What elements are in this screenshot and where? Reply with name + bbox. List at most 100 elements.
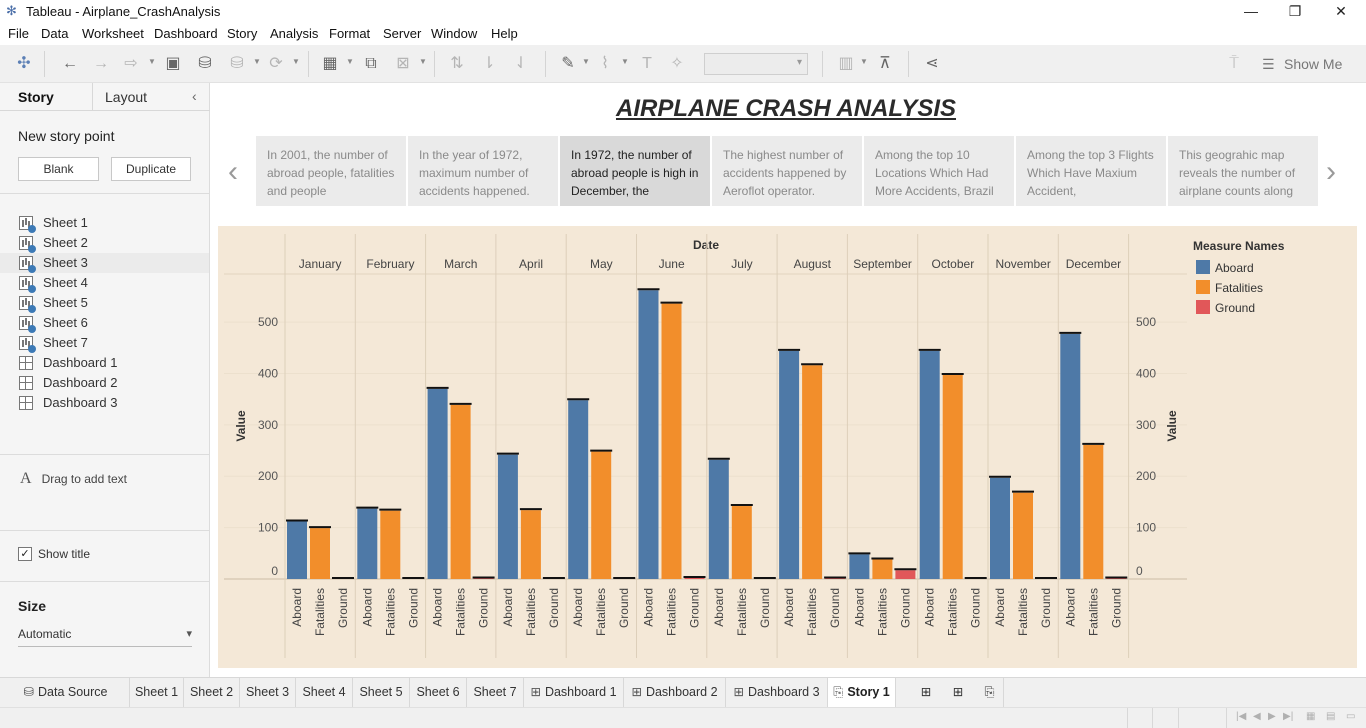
sheet-tab[interactable]: Sheet 5 [353, 678, 410, 708]
menu-help[interactable]: Help [491, 26, 518, 41]
menu-dashboard[interactable]: Dashboard [154, 26, 218, 41]
drag-to-add-text[interactable]: A Drag to add text [20, 470, 127, 488]
story-point[interactable]: This geograhic map reveals the number of… [1168, 136, 1318, 206]
new-dashboard-icon[interactable]: ⊞ [944, 678, 972, 708]
refresh-dropdown-icon[interactable]: ▼ [292, 57, 300, 66]
sheet-list-item[interactable]: Sheet 2 [0, 233, 209, 253]
sort-descending-icon[interactable]: ⇃ [510, 54, 532, 74]
sheet-list-item[interactable]: Dashboard 1 [0, 353, 209, 373]
filmstrip-icon[interactable]: ▤ [1326, 711, 1335, 722]
presentation-icon[interactable]: ⊼ [874, 54, 896, 74]
annotate-dropdown-icon[interactable]: ▼ [621, 57, 629, 66]
save-icon[interactable]: ▣ [162, 54, 184, 74]
fit-dropdown[interactable] [704, 53, 808, 75]
sheet-list-item[interactable]: Dashboard 2 [0, 373, 209, 393]
pane-divider [0, 530, 210, 531]
format-painter-icon[interactable]: ⍑ [1223, 54, 1245, 74]
refresh-icon[interactable]: ⟳ [265, 54, 287, 74]
restore-button[interactable]: ❐ [1272, 0, 1318, 23]
label-icon[interactable]: T [636, 54, 658, 74]
share-icon[interactable]: ⋖ [921, 54, 943, 74]
replay-icon[interactable]: ⇨ [120, 54, 142, 74]
story-point[interactable]: In 2001, the number of abroad people, fa… [256, 136, 406, 206]
minimize-button[interactable]: — [1228, 0, 1274, 23]
clear-dropdown-icon[interactable]: ▼ [419, 57, 427, 66]
undo-icon[interactable]: ← [59, 54, 81, 74]
pause-updates-icon[interactable]: ⛁ [226, 54, 248, 74]
pause-dropdown-icon[interactable]: ▼ [253, 57, 261, 66]
duplicate-button[interactable]: Duplicate [111, 157, 191, 181]
tabs-icon[interactable]: ▭ [1346, 711, 1355, 722]
sheet-tab[interactable]: Sheet 1 [130, 678, 184, 708]
menu-analysis[interactable]: Analysis [270, 26, 318, 41]
menu-worksheet[interactable]: Worksheet [82, 26, 144, 41]
first-sheet-icon[interactable]: |◀ [1236, 711, 1246, 722]
sheet-list-item[interactable]: Sheet 1 [0, 213, 209, 233]
show-cards-dropdown-icon[interactable]: ▼ [860, 57, 868, 66]
blank-button[interactable]: Blank [18, 157, 99, 181]
worksheet-icon [19, 316, 36, 333]
annotate-icon[interactable]: ⌇ [594, 54, 616, 74]
sheet-tab[interactable]: ⊞ Dashboard 1 [524, 678, 624, 708]
new-story-icon[interactable]: ⎘ [976, 678, 1004, 708]
highlight-dropdown-icon[interactable]: ▼ [582, 57, 590, 66]
menu-data[interactable]: Data [41, 26, 68, 41]
new-sheet-dropdown-icon[interactable]: ▼ [346, 57, 354, 66]
new-worksheet-icon[interactable]: ⊞ [912, 678, 940, 708]
sheet-tab[interactable]: Sheet 3 [240, 678, 296, 708]
sheet-list-item[interactable]: Sheet 7 [0, 333, 209, 353]
clear-sheet-icon[interactable]: ⊠ [392, 54, 414, 74]
sheet-tab[interactable]: Sheet 2 [184, 678, 240, 708]
tableau-logo-icon[interactable]: ✣ [13, 54, 35, 74]
size-dropdown[interactable]: Automatic [18, 627, 192, 647]
menu-file[interactable]: File [8, 26, 29, 41]
highlight-icon[interactable]: ✎ [557, 54, 579, 74]
sheet-list-item[interactable]: Dashboard 3 [0, 393, 209, 413]
last-sheet-icon[interactable]: ▶| [1283, 711, 1293, 722]
next-story-point-arrow[interactable]: › [1326, 155, 1336, 189]
story-point[interactable]: Among the top 10 Locations Which Had Mor… [864, 136, 1014, 206]
new-sheet-icon[interactable]: ▦ [319, 54, 341, 74]
sheet-list-item[interactable]: Sheet 4 [0, 273, 209, 293]
prev-sheet-icon[interactable]: ◀ [1253, 711, 1261, 722]
new-datasource-icon[interactable]: ⛁ [194, 54, 216, 74]
menu-story[interactable]: Story [227, 26, 257, 41]
pin-icon[interactable]: ✧ [666, 54, 688, 74]
sheet-tab[interactable]: ⎘ Story 1 [828, 678, 896, 708]
menu-server[interactable]: Server [383, 26, 421, 41]
tab-story[interactable]: Story [18, 89, 54, 105]
swap-icon[interactable]: ⇅ [446, 54, 468, 74]
replay-dropdown-icon[interactable]: ▼ [148, 57, 156, 66]
sheet-list-item[interactable]: Sheet 5 [0, 293, 209, 313]
collapse-pane-icon[interactable]: ‹ [192, 88, 197, 104]
new-story-point-heading: New story point [18, 128, 115, 144]
sheet-sorter-icon[interactable]: ▦ [1306, 711, 1315, 722]
sheet-tab[interactable]: Sheet 7 [467, 678, 524, 708]
sub-category-label: Fatalities [1016, 588, 1030, 636]
sheet-tab[interactable]: ⊞ Dashboard 2 [624, 678, 726, 708]
story-point[interactable]: Among the top 3 Flights Which Have Maxiu… [1016, 136, 1166, 206]
sheet-tab[interactable]: ⊞ Dashboard 3 [726, 678, 828, 708]
sheet-tab[interactable]: ⛁ Data Source [2, 678, 130, 708]
duplicate-sheet-icon[interactable]: ⧉ [360, 54, 382, 74]
show-me-button[interactable]: ☰ Show Me [1262, 54, 1342, 74]
sub-category-label: Ground [898, 588, 912, 628]
sheet-tab[interactable]: Sheet 6 [410, 678, 467, 708]
close-button[interactable]: ✕ [1318, 0, 1364, 23]
tab-layout[interactable]: Layout [105, 89, 147, 105]
story-point[interactable]: In 1972, the number of abroad people is … [560, 136, 710, 206]
sheet-list-item[interactable]: Sheet 3 [0, 253, 209, 273]
show-cards-icon[interactable]: ▥ [835, 54, 857, 74]
story-point[interactable]: The highest number of accidents happened… [712, 136, 862, 206]
sheet-list-item[interactable]: Sheet 6 [0, 313, 209, 333]
next-sheet-icon[interactable]: ▶ [1268, 711, 1276, 722]
menu-window[interactable]: Window [431, 26, 477, 41]
sort-ascending-icon[interactable]: ⇂ [478, 54, 500, 74]
story-point[interactable]: In the year of 1972, maximum number of a… [408, 136, 558, 206]
sheet-tab[interactable]: Sheet 4 [296, 678, 353, 708]
menu-format[interactable]: Format [329, 26, 370, 41]
redo-icon[interactable]: → [90, 54, 112, 74]
legend-swatch [1196, 260, 1210, 274]
previous-story-point-arrow[interactable]: ‹ [228, 155, 238, 189]
show-title-checkbox[interactable]: ✓ [18, 547, 32, 561]
